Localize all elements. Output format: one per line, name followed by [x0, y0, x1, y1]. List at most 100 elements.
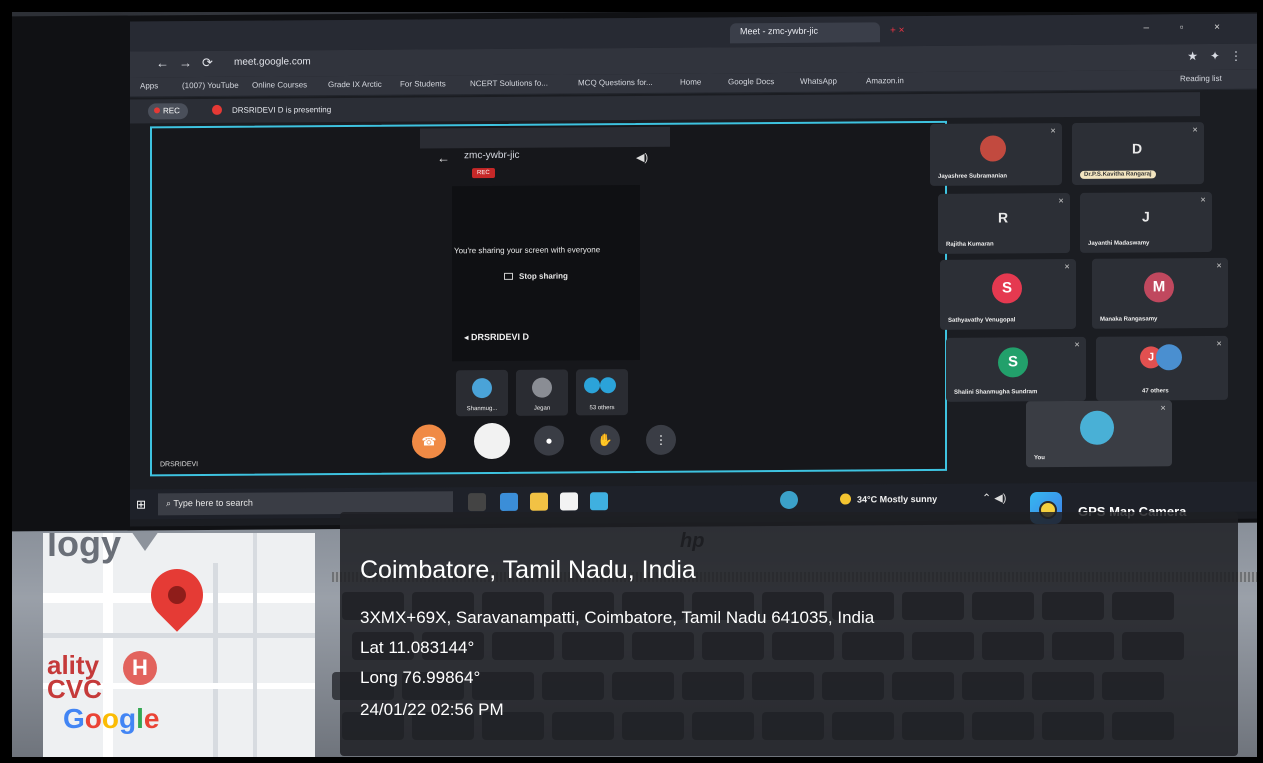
bookmark-home[interactable]: Home	[680, 78, 701, 87]
participant-tile[interactable]: ✕ J 47 others	[1096, 335, 1228, 401]
system-tray-icon[interactable]: ⌃ ◀)	[982, 491, 1006, 504]
more-options-button[interactable]: ⋮	[646, 424, 676, 455]
participant-name: Sathyavathy Venugopal	[948, 317, 1016, 324]
participant-name: Rajitha Kumaran	[946, 241, 994, 248]
raise-hand-button[interactable]: ✋	[590, 425, 620, 456]
mini-tile-label: Shanmug...	[466, 405, 498, 413]
bookmark-for-students[interactable]: For Students	[400, 79, 446, 88]
avatar: S	[992, 273, 1022, 304]
mini-tile-label: 53 others	[589, 405, 615, 412]
task-view-icon[interactable]	[468, 493, 486, 512]
bookmark-apps[interactable]: Apps	[140, 81, 158, 90]
end-call-button[interactable]: ☎	[412, 424, 446, 459]
participant-tile[interactable]: ✕ J Jayanthi Madaswamy	[1080, 191, 1212, 253]
map-place-label: ality CVC	[47, 652, 102, 704]
participant-tile[interactable]: ✕ Jayashree Subramanian	[930, 123, 1062, 186]
speaker-icon[interactable]: ◀)	[636, 151, 648, 164]
mini-tile[interactable]: Shanmug...	[456, 369, 508, 417]
avatar-letter: J	[1142, 208, 1150, 225]
back-arrow-icon[interactable]: ←	[437, 150, 450, 165]
google-logo-letter: o	[101, 703, 119, 734]
chrome-icon[interactable]	[500, 492, 518, 511]
participant-tile[interactable]: ✕ D Dr.P.S.Kavitha Rangaraj	[1072, 122, 1204, 185]
rec-badge: REC	[472, 167, 495, 179]
participant-tile[interactable]: ✕ R Rajitha Kumaran	[938, 192, 1070, 254]
mini-tile-label: Jegan	[533, 405, 551, 412]
google-logo-letter: G	[63, 703, 85, 734]
mic-muted-icon: ✕	[1050, 128, 1056, 136]
laptop-screen: Meet - zmc-ywbr-jic + × – ▫ × ←→⟳ meet.g…	[130, 13, 1257, 527]
browser-tab[interactable]	[150, 26, 350, 47]
mic-muted-icon: ✕	[1160, 405, 1166, 413]
bookmark-amazon[interactable]: Amazon.in	[866, 76, 904, 85]
presenting-dot-icon	[212, 104, 222, 115]
hospital-icon: H	[123, 651, 157, 685]
extensions-icon[interactable]: ✦	[1210, 49, 1220, 63]
share-message: You're sharing your screen with everyone	[454, 245, 601, 256]
mic-muted-icon: ✕	[1216, 340, 1222, 348]
map-road	[253, 533, 257, 757]
bookmark-online-courses[interactable]: Online Courses	[252, 80, 307, 89]
presenter-name: ◂ DRSRIDEVI D	[464, 331, 530, 343]
mic-muted-icon: ✕	[1200, 197, 1206, 205]
url-input[interactable]: meet.google.com	[234, 56, 311, 68]
phone-status-bar	[420, 126, 670, 149]
photo-frame: hp Meet - zmc-ywbr-jic + × – ▫ × ←→⟳ mee…	[0, 0, 1263, 763]
star-icon[interactable]: ★	[1187, 49, 1198, 63]
avatar	[980, 135, 1006, 162]
presenting-banner: DRSRIDEVI D is presenting	[212, 104, 331, 115]
windows-start-icon[interactable]: ⊞	[136, 497, 148, 511]
document-icon[interactable]	[560, 492, 578, 511]
photos-icon[interactable]	[590, 492, 608, 511]
bookmark-google-docs[interactable]: Google Docs	[728, 77, 774, 86]
avatar	[600, 377, 616, 394]
window-controls-icon[interactable]: – ▫ ×	[1143, 22, 1234, 34]
mic-muted-icon: ✕	[1058, 198, 1064, 206]
bookmark-ncert[interactable]: NCERT Solutions fo...	[470, 79, 548, 89]
location-latitude: Lat 11.083144°	[360, 638, 475, 657]
mini-tile[interactable]: Jegan	[516, 369, 568, 416]
presentation-panel: ← zmc-ywbr-jic ◀) REC You're sharing you…	[150, 120, 947, 477]
tab-add-icon[interactable]: + ×	[890, 25, 904, 36]
location-longitude: Long 76.99864°	[360, 668, 481, 687]
map-marker-icon	[131, 533, 159, 551]
bookmark-mcq[interactable]: MCQ Questions for...	[578, 78, 653, 88]
presenter-name-text: DRSRIDEVI D	[471, 331, 530, 343]
participant-name: You	[1034, 455, 1045, 462]
browser-tab[interactable]	[360, 25, 540, 46]
participant-tile-self[interactable]: ✕ You	[1026, 400, 1172, 468]
camera-button[interactable]	[474, 422, 510, 460]
participant-tile[interactable]: ✕ S Shalini Shanmugha Sundram	[946, 336, 1086, 402]
sun-icon	[840, 493, 851, 505]
bookmark-youtube[interactable]: (1007) YouTube	[182, 81, 239, 90]
screen-share-icon	[504, 272, 513, 280]
participant-name: Dr.P.S.Kavitha Rangaraj	[1080, 170, 1156, 179]
mic-muted-icon: ✕	[1192, 127, 1198, 135]
mini-tile[interactable]: 53 others	[576, 369, 628, 416]
map-place-label-line: CVC	[47, 674, 102, 704]
google-logo-letter: o	[84, 703, 102, 734]
mic-muted-icon: ✕	[1216, 262, 1222, 270]
participant-name: Shalini Shanmugha Sundram	[954, 389, 1038, 396]
browser-tab-meet[interactable]: Meet - zmc-ywbr-jic	[730, 22, 880, 44]
google-logo-letter: l	[136, 703, 144, 734]
location-address: 3XMX+69X, Saravanampatti, Coimbatore, Ta…	[360, 608, 875, 627]
weather-widget[interactable]: 34°C Mostly sunny	[840, 493, 937, 505]
participant-name: Jayashree Subramanian	[938, 173, 1008, 180]
mic-muted-icon: ✕	[1074, 341, 1080, 349]
participant-tile[interactable]: ✕ M Manaka Rangasamy	[1092, 257, 1228, 329]
mic-button[interactable]: ●	[534, 425, 564, 456]
edge-icon[interactable]	[780, 490, 798, 510]
avatar	[532, 377, 552, 398]
stop-sharing-button[interactable]: Stop sharing	[504, 271, 568, 281]
bookmark-grade-ix[interactable]: Grade IX Arctic	[328, 80, 382, 89]
menu-icon[interactable]: ⋮	[1230, 49, 1242, 63]
bookmark-reading-list[interactable]: Reading list	[1180, 74, 1222, 83]
file-explorer-icon[interactable]	[530, 492, 548, 511]
avatar: S	[998, 347, 1028, 378]
nav-arrows-icon[interactable]: ←→⟳	[156, 55, 223, 71]
bookmark-whatsapp[interactable]: WhatsApp	[800, 77, 837, 86]
participant-tile[interactable]: ✕ S Sathyavathy Venugopal	[940, 258, 1076, 330]
map-road	[213, 563, 218, 757]
participant-name: Manaka Rangasamy	[1100, 316, 1158, 323]
